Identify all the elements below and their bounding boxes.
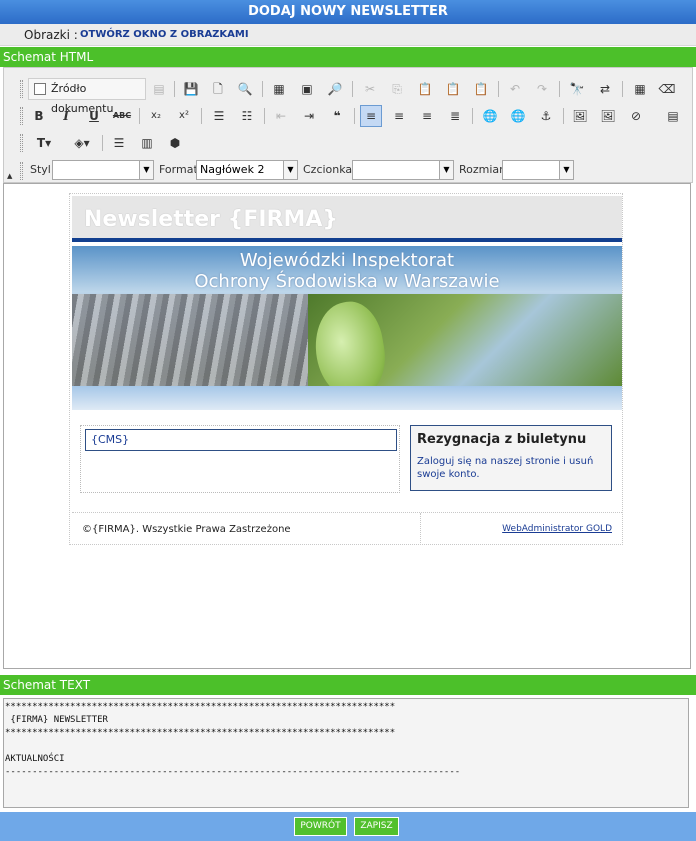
copy-icon[interactable]: ⎘ [386, 78, 408, 100]
paste-template-icon[interactable]: ▤ [148, 78, 170, 100]
subscript-icon[interactable]: x₂ [145, 105, 167, 127]
images-row: Obrazki : OTWÓRZ OKNO Z OBRAZKAMI [0, 24, 696, 46]
bold-icon[interactable]: B [28, 105, 50, 127]
bulleted-list-icon[interactable]: ☷ [236, 105, 258, 127]
document-icon [34, 83, 46, 95]
collapse-toolbar-icon[interactable]: ▲ [7, 172, 12, 180]
select-all-icon[interactable]: ▦ [629, 78, 651, 100]
table-icon[interactable]: ▤ [662, 105, 684, 127]
paste-icon[interactable]: 📋 [414, 78, 436, 100]
align-left-icon[interactable]: ≡ [360, 105, 382, 127]
image-icon[interactable]: 🖼 [569, 105, 591, 127]
save-button[interactable]: ZAPISZ [354, 817, 399, 836]
source-button[interactable]: Źródło dokumentu [28, 78, 146, 115]
newsletter-header: Newsletter {FIRMA} [72, 196, 622, 242]
webadmin-link[interactable]: WebAdministrator GOLD [502, 524, 612, 534]
italic-icon[interactable]: I [55, 105, 77, 127]
chevron-down-icon: ▼ [139, 161, 153, 179]
text-section-header: Schemat TEXT [0, 675, 696, 695]
find-icon[interactable]: 🔭 [566, 78, 588, 100]
chevron-down-icon: ▼ [559, 161, 573, 179]
horizontal-rule-icon[interactable]: ☰ [108, 132, 130, 154]
font-select[interactable]: ▼ [352, 160, 454, 180]
align-center-icon[interactable]: ≡ [388, 105, 410, 127]
underline-icon[interactable]: U [83, 105, 105, 127]
style-label: Styl [30, 163, 51, 176]
page-title: DODAJ NOWY NEWSLETTER [0, 0, 696, 24]
unlink-icon[interactable]: 🌐 [507, 105, 529, 127]
open-images-window-link[interactable]: OTWÓRZ OKNO Z OBRAZKAMI [80, 24, 249, 46]
replace-icon[interactable]: ⇄ [594, 78, 616, 100]
html-editor-area[interactable]: Newsletter {FIRMA} Wojewódzki Inspektora… [3, 183, 691, 669]
flash-icon[interactable]: ⊘ [625, 105, 647, 127]
banner-pipes [72, 294, 308, 386]
cms-container: {CMS} [80, 425, 400, 493]
preview-icon[interactable]: 🔍 [234, 78, 256, 100]
newsletter-title: Newsletter {FIRMA} [84, 207, 339, 232]
text-schema-textarea[interactable]: ****************************************… [3, 698, 689, 808]
font-label: Czcionka [303, 163, 353, 176]
unsubscribe-text: Zaloguj się na naszej stronie i usuń swo… [417, 456, 594, 480]
anchor-icon[interactable]: ⚓ [535, 105, 557, 127]
toolbar-row-1: Źródło dokumentu ▤ 💾 🗋 🔍 ▦ ▣ 🔎 ✂ ⎘ 📋 📋 📋… [4, 74, 692, 115]
bottom-bar: POWRÓT ZAPISZ [0, 812, 696, 841]
text-color-icon[interactable]: T▾ [28, 132, 60, 154]
align-right-icon[interactable]: ≡ [416, 105, 438, 127]
content-row: {CMS} Rezygnacja z biuletynu Zaloguj się… [72, 418, 622, 510]
unsubscribe-title: Rezygnacja z biuletynu [417, 432, 587, 447]
chevron-down-icon: ▼ [283, 161, 297, 179]
toolbar-row-3: T▾ ◈▾ ☰ ▥ ⬢ [4, 128, 692, 156]
cut-icon[interactable]: ✂ [359, 78, 381, 100]
toolbar-grip [20, 80, 23, 98]
size-select[interactable]: ▼ [502, 160, 574, 180]
background-color-icon[interactable]: ◈▾ [66, 132, 98, 154]
chevron-down-icon: ▼ [439, 161, 453, 179]
numbered-list-icon[interactable]: ☰ [208, 105, 230, 127]
format-select[interactable]: Nagłówek 2 ▼ [196, 160, 298, 180]
justify-icon[interactable]: ≣ [444, 105, 466, 127]
page-break-icon[interactable]: ▥ [136, 132, 158, 154]
paste-text-icon[interactable]: 📋 [442, 78, 464, 100]
remove-format-icon[interactable]: ⌫ [656, 78, 678, 100]
toolbar-grip [20, 107, 23, 125]
newsletter-footer: ©{FIRMA}. Wszystkie Prawa Zastrzeżone We… [72, 512, 622, 545]
new-page-icon[interactable]: 🗋 [207, 78, 229, 100]
superscript-icon[interactable]: x² [173, 105, 195, 127]
redo-icon[interactable]: ↷ [531, 78, 553, 100]
strikethrough-icon[interactable]: ABC [111, 105, 133, 127]
style-select[interactable]: ▼ [52, 160, 154, 180]
toolbar-row-2: B I U ABC x₂ x² ☰ ☷ ⇤ ⇥ ❝ ≡ ≡ ≡ ≣ 🌐 🌐 ⚓ … [4, 101, 692, 129]
format-value: Nagłówek 2 [200, 163, 265, 176]
images-label: Obrazki : [24, 28, 78, 42]
unsubscribe-box: Rezygnacja z biuletynu Zaloguj się na na… [410, 425, 612, 491]
size-label: Rozmiar [459, 163, 504, 176]
toolbar-grip [20, 162, 23, 180]
banner-line-2: Ochrony Środowiska w Warszawie [194, 271, 500, 292]
cms-placeholder: {CMS} [85, 429, 397, 451]
outdent-icon[interactable]: ⇤ [270, 105, 292, 127]
indent-icon[interactable]: ⇥ [298, 105, 320, 127]
banner-band [72, 386, 622, 410]
image-manager-icon[interactable]: 🖼 [597, 105, 619, 127]
format-label: Format [159, 163, 198, 176]
editor-toolbar: Źródło dokumentu ▤ 💾 🗋 🔍 ▦ ▣ 🔎 ✂ ⎘ 📋 📋 📋… [3, 67, 693, 183]
link-icon[interactable]: 🌐 [479, 105, 501, 127]
save-icon[interactable]: 💾 [180, 78, 202, 100]
back-button[interactable]: POWRÓT [294, 817, 347, 836]
templates-icon[interactable]: ▦ [268, 78, 290, 100]
html-section-header: Schemat HTML [0, 47, 696, 67]
toolbar-row-4: Styl ▼ Format Nagłówek 2 ▼ Czcionka ▼ Ro… [4, 156, 692, 184]
fullscreen-icon[interactable]: ▣ [296, 78, 318, 100]
toolbar-grip [20, 134, 23, 152]
newsletter-template: Newsletter {FIRMA} Wojewódzki Inspektora… [69, 193, 623, 545]
undo-icon[interactable]: ↶ [504, 78, 526, 100]
smiley-icon[interactable]: ⬢ [164, 132, 186, 154]
copyright-text: ©{FIRMA}. Wszystkie Prawa Zastrzeżone [82, 524, 291, 535]
paste-word-icon[interactable]: 📋 [470, 78, 492, 100]
banner-line-1: Wojewódzki Inspektorat [239, 250, 455, 271]
banner-image: Wojewódzki Inspektorat Ochrony Środowisk… [72, 246, 622, 410]
find-page-icon[interactable]: 🔎 [324, 78, 346, 100]
blockquote-icon[interactable]: ❝ [326, 105, 348, 127]
